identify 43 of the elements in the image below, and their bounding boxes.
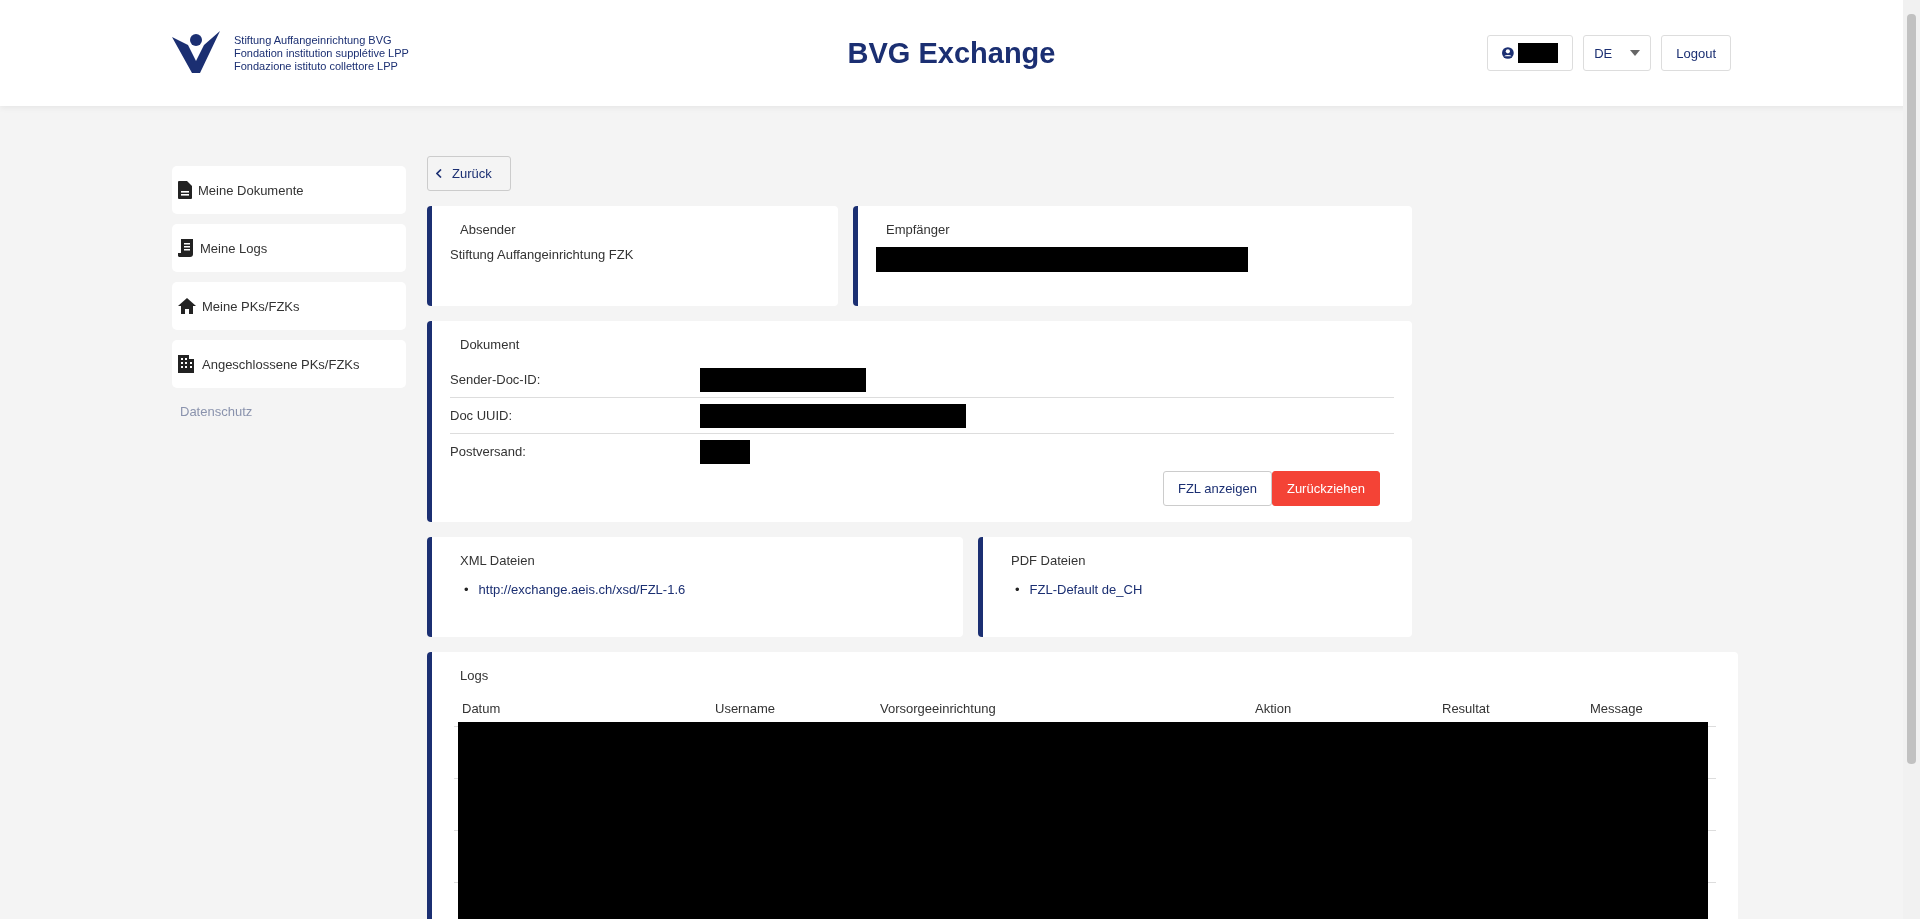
document-icon — [178, 181, 192, 199]
column-header: Vorsorgeeinrichtung — [880, 701, 997, 716]
sidebar-item[interactable]: Meine Dokumente — [172, 166, 406, 214]
card-title: Logs — [459, 668, 489, 683]
column-header: Aktion — [1255, 701, 1293, 716]
field-label: Postversand: — [450, 444, 527, 459]
bullet: • — [1015, 582, 1020, 597]
sidebar-item[interactable]: Angeschlossene PKs/FZKs — [172, 340, 406, 388]
buildings-icon — [178, 355, 196, 373]
user-icon — [1502, 46, 1514, 60]
column-header: Datum — [462, 701, 502, 716]
bullet: • — [464, 582, 469, 597]
card-title: Dokument — [459, 337, 521, 352]
field-label: Sender-Doc-ID: — [450, 372, 542, 387]
sidebar-item[interactable]: Meine PKs/FZKs — [172, 282, 406, 330]
file-link[interactable]: FZL-Default de_CH — [1029, 582, 1143, 597]
logo-icon — [172, 31, 220, 75]
redacted-value — [700, 439, 750, 464]
card-title: XML Dateien — [459, 553, 536, 568]
app-title: BVG Exchange — [847, 36, 1056, 70]
logo-text: Stiftung Auffangeinrichtung BVG — [234, 33, 393, 47]
sender-name: Stiftung Auffangeinrichtung FZK — [450, 247, 634, 262]
chevron-left-icon — [436, 169, 442, 178]
file-link[interactable]: http://exchange.aeis.ch/xsd/FZL-1.6 — [478, 582, 686, 597]
language-select[interactable]: DE — [1583, 35, 1652, 71]
logo-text: Fondation institution supplétive LPP — [234, 46, 409, 60]
card-title: Absender — [459, 222, 517, 237]
back-button[interactable]: Zurück — [427, 156, 511, 191]
show-button[interactable]: FZL anzeigen — [1162, 471, 1272, 506]
sidebar-item[interactable]: Meine Logs — [172, 224, 406, 272]
field-label: Doc UUID: — [450, 408, 514, 423]
withdraw-button[interactable]: Zurückziehen — [1271, 471, 1380, 506]
logout-button[interactable]: Logout — [1661, 35, 1731, 71]
card-title: PDF Dateien — [1010, 553, 1087, 568]
home-icon — [178, 298, 196, 314]
column-header: Message — [1590, 701, 1644, 716]
user-button[interactable] — [1487, 35, 1574, 71]
column-header: Username — [715, 701, 776, 716]
caret-icon — [1630, 50, 1641, 56]
card-title: Empfänger — [885, 222, 951, 237]
logo-text: Fondazione istituto collettore LPP — [234, 59, 399, 73]
column-header: Resultat — [1442, 701, 1491, 716]
receipt-icon — [178, 239, 194, 257]
